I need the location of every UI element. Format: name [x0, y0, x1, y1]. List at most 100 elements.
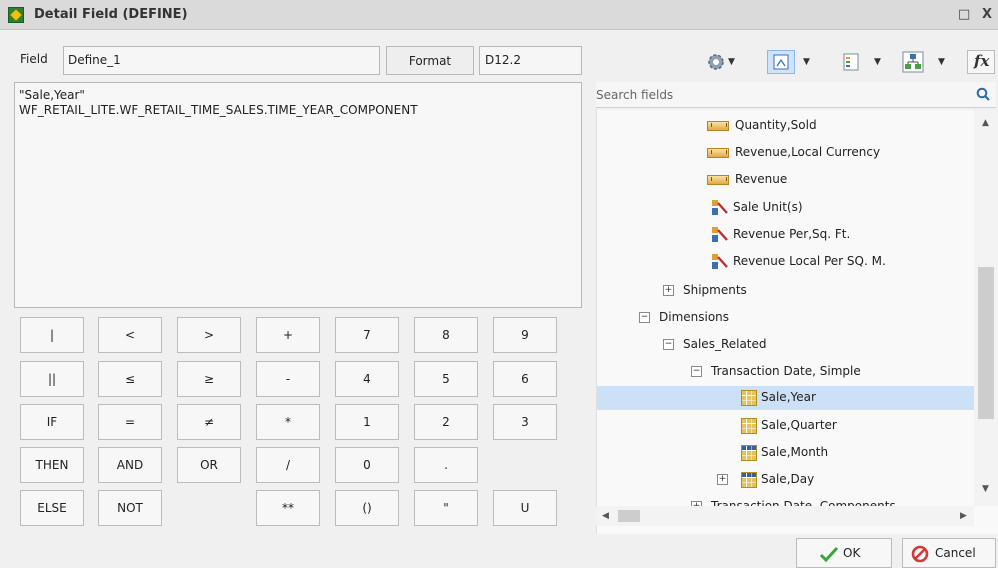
key-minus[interactable]: - — [256, 361, 320, 397]
key-6[interactable]: 6 — [493, 361, 557, 397]
tree-node-label: Sale,Day — [761, 472, 815, 486]
tree-horizontal-scrollbar[interactable]: ◀ ▶ — [596, 506, 974, 526]
key-not-equal[interactable]: ≠ — [177, 404, 241, 440]
checkmark-icon — [819, 546, 839, 562]
list-view-icon[interactable] — [842, 50, 862, 74]
key-9[interactable]: 9 — [493, 317, 557, 353]
key-less-equal[interactable]: ≤ — [98, 361, 162, 397]
key-8[interactable]: 8 — [414, 317, 478, 353]
maximize-button[interactable]: □ — [958, 7, 970, 22]
tree-node-label: Sale Unit(s) — [733, 200, 803, 214]
format-value-input[interactable]: D12.2 — [479, 46, 582, 75]
expand-icon[interactable]: + — [663, 285, 674, 296]
key-0[interactable]: 0 — [335, 447, 399, 483]
key-and[interactable]: AND — [98, 447, 162, 483]
expression-line: "Sale,Year" — [19, 88, 85, 102]
view-mode-button[interactable] — [767, 50, 795, 74]
key-or-word[interactable]: OR — [177, 447, 241, 483]
view-mode-icon — [773, 54, 789, 70]
expression-line: WF_RETAIL_LITE.WF_RETAIL_TIME_SALES.TIME… — [19, 103, 418, 117]
key-2[interactable]: 2 — [414, 404, 478, 440]
tree-node-label: Dimensions — [659, 310, 730, 324]
scroll-right-arrow-icon[interactable]: ▶ — [960, 511, 967, 521]
ok-label: OK — [843, 546, 861, 560]
dimension-icon — [741, 472, 757, 488]
tree-node-label: Shipments — [683, 283, 747, 297]
vertical-scroll-thumb[interactable] — [978, 267, 994, 419]
cancel-button[interactable]: Cancel — [902, 538, 996, 568]
computed-field-icon — [712, 227, 728, 242]
dimension-icon — [741, 418, 757, 434]
scroll-down-arrow-icon[interactable]: ▼ — [982, 484, 989, 494]
key-or[interactable]: | — [20, 317, 84, 353]
field-toolbar: ▼ ▼ ▼ ▼ fx — [596, 46, 996, 78]
key-power[interactable]: ** — [256, 490, 320, 526]
search-icon[interactable] — [976, 87, 990, 101]
key-less-than[interactable]: < — [98, 317, 162, 353]
close-button[interactable]: X — [982, 7, 992, 22]
tree-node-label: Quantity,Sold — [735, 118, 817, 132]
computed-field-icon — [712, 254, 728, 269]
tree-node-label: Sales_Related — [683, 337, 767, 351]
key-plus[interactable]: + — [256, 317, 320, 353]
cancel-icon — [911, 545, 929, 563]
key-decimal[interactable]: . — [414, 447, 478, 483]
function-icon: fx — [974, 52, 990, 70]
tree-node-label: Sale,Month — [761, 445, 829, 459]
collapse-icon[interactable]: − — [663, 339, 674, 350]
measure-icon — [707, 121, 729, 131]
tree-node-label: Transaction Date, Simple — [711, 364, 861, 378]
tree-node-label: Sale,Quarter — [761, 418, 837, 432]
key-then[interactable]: THEN — [20, 447, 84, 483]
computed-field-icon — [712, 200, 728, 215]
key-equals[interactable]: = — [98, 404, 162, 440]
field-name-input[interactable]: Define_1 — [63, 46, 380, 75]
key-quote[interactable]: " — [414, 490, 478, 526]
key-multiply[interactable]: * — [256, 404, 320, 440]
tree-node-label: Sale,Year — [761, 390, 816, 404]
key-if[interactable]: IF — [20, 404, 84, 440]
app-logo-icon — [8, 7, 24, 23]
collapse-icon[interactable]: − — [639, 312, 650, 323]
measure-icon — [707, 175, 729, 185]
expression-editor[interactable]: "Sale,Year" WF_RETAIL_LITE.WF_RETAIL_TIM… — [14, 82, 582, 308]
expand-icon[interactable]: + — [717, 474, 728, 485]
field-search[interactable]: Search fields — [596, 82, 996, 108]
key-union[interactable]: U — [493, 490, 557, 526]
key-not[interactable]: NOT — [98, 490, 162, 526]
tree-node-sale-year[interactable]: Sale,Year — [597, 386, 975, 410]
tree-vertical-scrollbar[interactable]: ▲ ▼ — [974, 110, 998, 506]
tree-node-label: Revenue — [735, 172, 788, 186]
list-view-dropdown-caret-icon[interactable]: ▼ — [874, 57, 881, 67]
search-input[interactable]: Search fields — [596, 88, 673, 102]
tree-node-label: Revenue Local Per SQ. M. — [733, 254, 886, 268]
key-greater-equal[interactable]: ≥ — [177, 361, 241, 397]
view-mode-dropdown-caret-icon[interactable]: ▼ — [803, 57, 810, 67]
scroll-left-arrow-icon[interactable]: ◀ — [602, 511, 609, 521]
key-concat[interactable]: || — [20, 361, 84, 397]
scroll-up-arrow-icon[interactable]: ▲ — [982, 118, 989, 128]
format-button[interactable]: Format — [386, 46, 474, 75]
logical-view-icon[interactable] — [902, 50, 924, 74]
key-parentheses[interactable]: () — [335, 490, 399, 526]
gear-icon[interactable] — [706, 50, 726, 74]
field-label: Field — [20, 52, 48, 66]
key-else[interactable]: ELSE — [20, 490, 84, 526]
key-7[interactable]: 7 — [335, 317, 399, 353]
key-greater-than[interactable]: > — [177, 317, 241, 353]
gear-dropdown-caret-icon[interactable]: ▼ — [728, 57, 735, 67]
cancel-label: Cancel — [935, 546, 976, 560]
key-1[interactable]: 1 — [335, 404, 399, 440]
title-bar: Detail Field (DEFINE) □ X — [0, 0, 998, 30]
logical-view-dropdown-caret-icon[interactable]: ▼ — [938, 57, 945, 67]
window-title: Detail Field (DEFINE) — [34, 7, 188, 22]
horizontal-scroll-thumb[interactable] — [618, 510, 640, 522]
key-divide[interactable]: / — [256, 447, 320, 483]
key-4[interactable]: 4 — [335, 361, 399, 397]
ok-button[interactable]: OK — [796, 538, 892, 568]
key-5[interactable]: 5 — [414, 361, 478, 397]
key-3[interactable]: 3 — [493, 404, 557, 440]
collapse-icon[interactable]: − — [691, 366, 702, 377]
tree-node-label: Revenue Per,Sq. Ft. — [733, 227, 851, 241]
function-button[interactable]: fx — [967, 50, 995, 74]
